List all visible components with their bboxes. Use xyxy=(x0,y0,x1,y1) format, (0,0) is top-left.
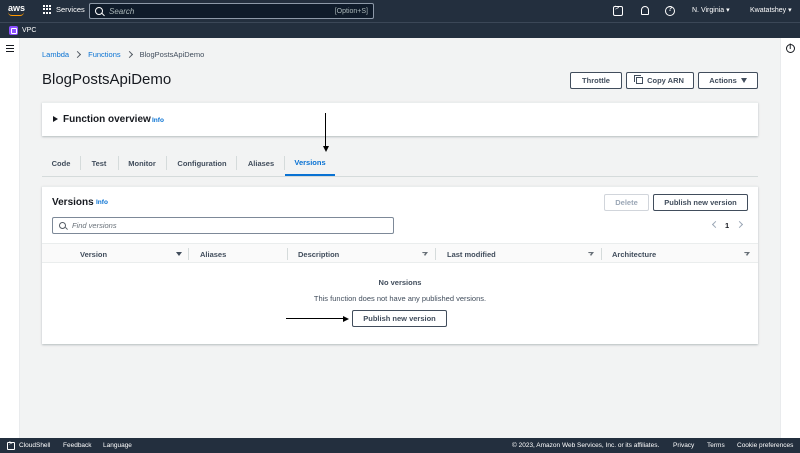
annotation-arrow-right-icon xyxy=(343,315,349,322)
footer-feedback[interactable]: Feedback xyxy=(63,442,92,449)
cloudshell-icon[interactable] xyxy=(7,441,15,450)
search-icon xyxy=(59,222,66,229)
page-number[interactable]: 1 xyxy=(725,221,729,230)
annotation-arrow-down-icon xyxy=(322,146,329,152)
copy-icon xyxy=(634,75,644,84)
actions-label: Actions xyxy=(709,76,737,85)
cloudshell-icon[interactable] xyxy=(613,5,623,16)
footer-language[interactable]: Language xyxy=(103,442,132,449)
help-icon[interactable] xyxy=(665,6,675,16)
sort-caret-icon[interactable] xyxy=(744,252,750,257)
column-architecture[interactable]: Architecture xyxy=(612,250,656,259)
versions-table-header: Version Aliases Description Last modifie… xyxy=(42,243,758,263)
left-rail xyxy=(0,38,20,438)
top-navigation: aws Services Search [Option+S] N. Virgin… xyxy=(0,0,800,22)
column-separator xyxy=(435,248,436,260)
tab-separator xyxy=(80,156,81,170)
footer-copyright: © 2023, Amazon Web Services, Inc. or its… xyxy=(512,442,660,449)
breadcrumb-functions[interactable]: Functions xyxy=(88,50,121,59)
function-tabs: Code Test Monitor Configuration Aliases … xyxy=(42,150,758,177)
copy-arn-label: Copy ARN xyxy=(647,76,684,85)
publish-new-version-button[interactable]: Publish new version xyxy=(653,194,748,211)
page-title: BlogPostsApiDemo xyxy=(42,71,172,88)
footer: CloudShell Feedback Language © 2023, Ama… xyxy=(0,438,800,453)
tab-separator xyxy=(166,156,167,170)
favorites-bar: VPC xyxy=(0,22,800,38)
menu-icon[interactable] xyxy=(6,45,14,52)
favorite-vpc[interactable]: VPC xyxy=(22,27,36,34)
tab-monitor[interactable]: Monitor xyxy=(124,150,160,176)
expand-caret-icon xyxy=(53,116,58,122)
tab-versions[interactable]: Versions xyxy=(285,150,335,176)
versions-title: Versions xyxy=(52,197,94,208)
copy-arn-button[interactable]: Copy ARN xyxy=(626,72,694,89)
actions-button[interactable]: Actions xyxy=(698,72,758,89)
footer-cookie-preferences[interactable]: Cookie preferences xyxy=(737,442,793,449)
chevron-down-icon: ▾ xyxy=(726,7,730,14)
annotation-arrow-line xyxy=(286,318,344,320)
tab-configuration[interactable]: Configuration xyxy=(174,150,230,176)
region-label: N. Virginia xyxy=(692,7,725,14)
empty-publish-new-version-button[interactable]: Publish new version xyxy=(352,310,447,327)
chevron-down-icon: ▾ xyxy=(788,7,792,14)
tab-test[interactable]: Test xyxy=(84,150,114,176)
versions-info-link[interactable]: Info xyxy=(96,199,108,206)
tab-separator xyxy=(236,156,237,170)
tab-code[interactable]: Code xyxy=(46,150,76,176)
search-icon xyxy=(95,7,103,15)
aws-logo-text: aws xyxy=(8,3,26,13)
services-menu[interactable]: Services xyxy=(43,5,85,14)
breadcrumb-lambda[interactable]: Lambda xyxy=(42,50,69,59)
column-version[interactable]: Version xyxy=(80,250,107,259)
chevron-right-icon xyxy=(74,50,82,59)
empty-publish-label: Publish new version xyxy=(363,314,436,323)
chevron-right-icon xyxy=(125,50,133,59)
column-description[interactable]: Description xyxy=(298,250,339,259)
aws-logo[interactable]: aws xyxy=(8,4,28,18)
find-versions-field[interactable] xyxy=(52,217,394,234)
function-overview-title: Function overview xyxy=(63,114,151,125)
column-separator xyxy=(188,248,189,260)
search-shortcut: [Option+S] xyxy=(334,7,368,15)
delete-label: Delete xyxy=(615,198,638,207)
breadcrumb-current: BlogPostsApiDemo xyxy=(139,50,205,59)
global-search[interactable]: Search [Option+S] xyxy=(89,3,374,19)
column-aliases: Aliases xyxy=(200,250,227,259)
column-separator xyxy=(287,248,288,260)
delete-button[interactable]: Delete xyxy=(604,194,649,211)
grid-icon xyxy=(43,5,52,14)
sort-caret-icon[interactable] xyxy=(422,252,428,257)
sort-caret-icon[interactable] xyxy=(588,252,594,257)
right-rail xyxy=(780,38,800,438)
empty-state-title: No versions xyxy=(378,278,422,287)
column-last-modified[interactable]: Last modified xyxy=(447,250,496,259)
throttle-button[interactable]: Throttle xyxy=(570,72,622,89)
services-label: Services xyxy=(56,5,85,14)
info-icon[interactable] xyxy=(786,44,795,53)
region-selector[interactable]: N. Virginia ▾ xyxy=(692,6,730,14)
vpc-icon xyxy=(9,26,18,35)
bell-icon[interactable] xyxy=(640,6,650,16)
column-separator xyxy=(601,248,602,260)
caret-down-icon xyxy=(740,78,747,83)
function-overview-info-link[interactable]: Info xyxy=(152,117,164,124)
sort-caret-icon[interactable] xyxy=(176,252,182,256)
breadcrumb: Lambda Functions BlogPostsApiDemo xyxy=(42,50,204,59)
throttle-label: Throttle xyxy=(582,76,610,85)
footer-terms[interactable]: Terms xyxy=(707,442,725,449)
global-search-placeholder: Search xyxy=(109,6,135,16)
footer-privacy[interactable]: Privacy xyxy=(673,442,694,449)
annotation-arrow-line xyxy=(325,113,327,148)
account-menu[interactable]: Kwatatshey ▾ xyxy=(750,6,792,14)
publish-label: Publish new version xyxy=(664,198,737,207)
account-label: Kwatatshey xyxy=(750,7,787,14)
tab-separator xyxy=(118,156,119,170)
find-versions-input[interactable] xyxy=(72,221,372,230)
function-overview-panel[interactable]: Function overview Info xyxy=(42,102,758,136)
empty-state-description: This function does not have any publishe… xyxy=(313,294,487,303)
footer-cloudshell[interactable]: CloudShell xyxy=(19,442,50,449)
tab-aliases[interactable]: Aliases xyxy=(244,150,278,176)
